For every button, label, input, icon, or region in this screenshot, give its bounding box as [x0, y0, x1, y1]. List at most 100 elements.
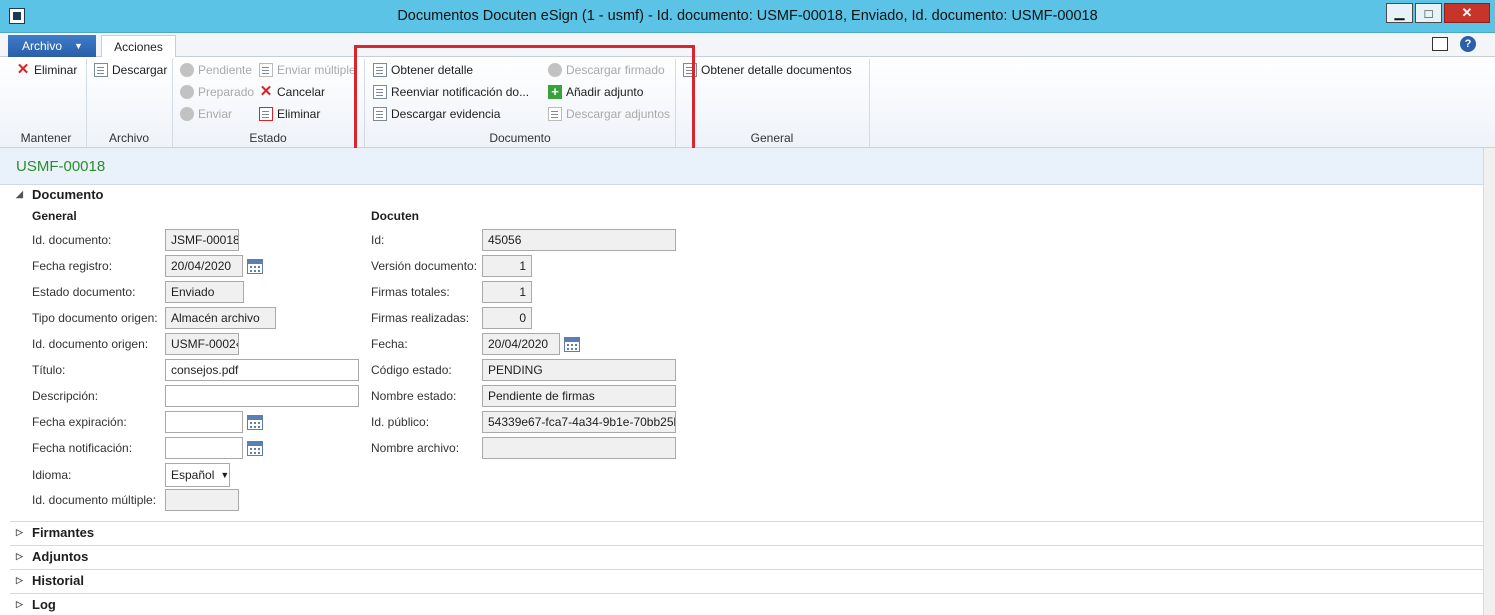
- record-header: [0, 148, 1483, 185]
- tab-acciones[interactable]: Acciones: [101, 35, 176, 58]
- collapsed-arrow-icon: ▷: [16, 599, 23, 609]
- idioma-label: Idioma:: [32, 468, 72, 482]
- section-log[interactable]: ▷ Log: [16, 597, 56, 612]
- descripcion-field[interactable]: [165, 385, 359, 407]
- nombre-archivo-label: Nombre archivo:: [371, 441, 460, 455]
- divider: [10, 545, 1483, 546]
- group-label-general: General: [750, 131, 794, 145]
- pendiente-label: Pendiente: [198, 63, 253, 77]
- estado-documento-field[interactable]: Enviado: [165, 281, 244, 303]
- layout-icon[interactable]: [1432, 37, 1448, 51]
- general-heading: General: [32, 209, 77, 223]
- calendar-icon[interactable]: [564, 337, 580, 352]
- idioma-value: Español: [171, 468, 215, 482]
- fecha-expiracion-field[interactable]: [165, 411, 243, 433]
- preparado-label: Preparado: [198, 85, 255, 99]
- tipo-documento-origen-field[interactable]: Almacén archivo: [165, 307, 276, 329]
- eliminar-estado-label: Eliminar: [277, 107, 321, 121]
- fecha-notificacion-field[interactable]: [165, 437, 243, 459]
- tab-archivo[interactable]: Archivo ▼: [8, 35, 96, 57]
- cancelar-button[interactable]: ✕ Cancelar: [259, 82, 325, 102]
- version-documento-label: Versión documento:: [371, 259, 478, 273]
- titulo-field[interactable]: consejos.pdf: [165, 359, 359, 381]
- help-icon[interactable]: ?: [1460, 36, 1476, 52]
- id-publico-label: Id. público:: [371, 415, 430, 429]
- section-documento-label: Documento: [32, 187, 104, 202]
- divider: [10, 569, 1483, 570]
- nombre-estado-label: Nombre estado:: [371, 389, 457, 403]
- send-multiple-icon: [259, 63, 273, 77]
- codigo-estado-field[interactable]: PENDING: [482, 359, 676, 381]
- docuten-heading: Docuten: [371, 209, 419, 223]
- collapsed-arrow-icon: ▷: [16, 575, 23, 585]
- section-historial[interactable]: ▷ Historial: [16, 573, 84, 588]
- firmas-realizadas-field[interactable]: 0: [482, 307, 532, 329]
- calendar-icon[interactable]: [247, 259, 263, 274]
- descargar-button[interactable]: Descargar: [94, 60, 167, 80]
- group-separator: [869, 59, 870, 147]
- preparado-button[interactable]: Preparado: [180, 82, 254, 102]
- download-icon: [94, 63, 108, 77]
- group-label-mantener: Mantener: [20, 131, 72, 145]
- ribbon-tabs: [0, 33, 1495, 57]
- id-publico-field[interactable]: 54339e67-fca7-4a34-9b1e-70bb25b: [482, 411, 676, 433]
- eliminar-button[interactable]: ✕ Eliminar: [16, 60, 78, 80]
- nombre-estado-field[interactable]: Pendiente de firmas: [482, 385, 676, 407]
- chevron-down-icon: ▼: [74, 41, 83, 51]
- section-firmantes[interactable]: ▷ Firmantes: [16, 525, 94, 540]
- eliminar-label: Eliminar: [34, 63, 78, 77]
- pendiente-button[interactable]: Pendiente: [180, 60, 252, 80]
- titulo-label: Título:: [32, 363, 66, 377]
- record-id: USMF-00018: [16, 158, 106, 175]
- obtener-detalle-documentos-label: Obtener detalle documentos: [701, 63, 852, 77]
- eliminar-estado-button[interactable]: Eliminar: [259, 104, 320, 124]
- enviar-label: Enviar: [198, 107, 233, 121]
- section-adjuntos[interactable]: ▷ Adjuntos: [16, 549, 88, 564]
- expanded-arrow-icon: ◢: [16, 189, 23, 199]
- status-icon: [180, 85, 194, 99]
- collapsed-arrow-icon: ▷: [16, 551, 23, 561]
- minimize-button[interactable]: ▁: [1386, 3, 1413, 23]
- tab-archivo-label: Archivo: [22, 39, 63, 53]
- nombre-archivo-field[interactable]: [482, 437, 676, 459]
- estado-documento-label: Estado documento:: [32, 285, 136, 299]
- group-label-archivo: Archivo: [108, 131, 149, 145]
- fecha-field[interactable]: 20/04/2020: [482, 333, 560, 355]
- codigo-estado-label: Código estado:: [371, 363, 452, 377]
- id-documento-field[interactable]: JSMF-00018: [165, 229, 239, 251]
- id-documento-origen-label: Id. documento origen:: [32, 337, 149, 351]
- enviar-button[interactable]: Enviar: [180, 104, 232, 124]
- fecha-registro-field[interactable]: 20/04/2020: [165, 255, 243, 277]
- group-separator: [172, 59, 173, 147]
- divider: [10, 593, 1483, 594]
- docuten-id-label: Id:: [371, 233, 385, 247]
- version-documento-field[interactable]: 1: [482, 255, 532, 277]
- calendar-icon[interactable]: [247, 415, 263, 430]
- cancel-icon: ✕: [259, 83, 273, 100]
- close-button[interactable]: ✕: [1444, 3, 1490, 23]
- pause-icon: [180, 63, 194, 77]
- fecha-registro-label: Fecha registro:: [32, 259, 113, 273]
- docuten-id-field[interactable]: 45056: [482, 229, 676, 251]
- firmas-realizadas-label: Firmas realizadas:: [371, 311, 470, 325]
- id-documento-label: Id. documento:: [32, 233, 112, 247]
- tab-acciones-label: Acciones: [114, 40, 163, 54]
- send-icon: [180, 107, 194, 121]
- id-documento-origen-field[interactable]: USMF-0002‹: [165, 333, 239, 355]
- enviar-multiple-label: Enviar múltiple: [277, 63, 355, 77]
- collapsed-arrow-icon: ▷: [16, 527, 23, 537]
- calendar-icon[interactable]: [247, 441, 263, 456]
- section-firmantes-label: Firmantes: [32, 525, 95, 540]
- id-documento-multiple-label: Id. documento múltiple:: [32, 493, 157, 507]
- maximize-button[interactable]: □: [1415, 3, 1442, 23]
- id-documento-multiple-field[interactable]: [165, 489, 239, 511]
- idioma-select[interactable]: Español ▼: [165, 463, 230, 487]
- section-log-label: Log: [32, 597, 56, 612]
- firmas-totales-field[interactable]: 1: [482, 281, 532, 303]
- obtener-detalle-documentos-button[interactable]: Obtener detalle documentos: [683, 60, 852, 80]
- group-separator: [86, 59, 87, 147]
- enviar-multiple-button[interactable]: Enviar múltiple: [259, 60, 355, 80]
- scrollbar[interactable]: [1483, 148, 1495, 615]
- delete-document-icon: [259, 107, 273, 121]
- section-documento[interactable]: ◢ Documento: [16, 187, 104, 202]
